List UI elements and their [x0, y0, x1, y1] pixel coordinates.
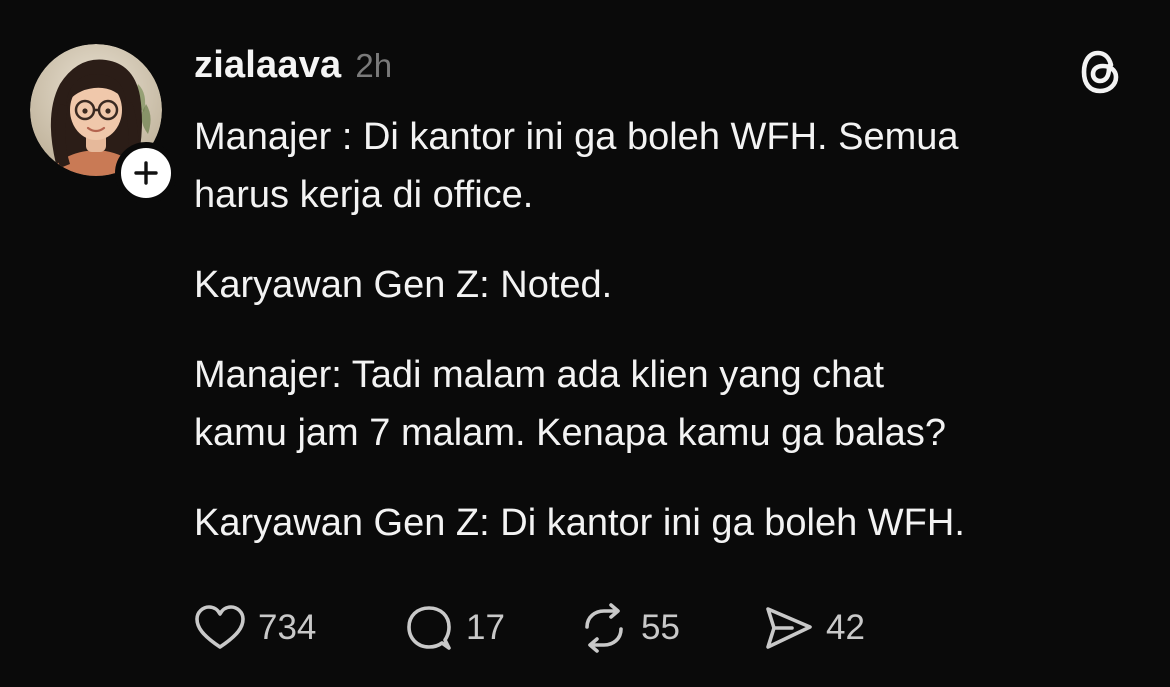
thread-post: zialaava 2h Manajer : Di kantor ini ga b…	[0, 0, 1170, 687]
send-icon	[766, 607, 812, 649]
share-button[interactable]: 42	[762, 603, 902, 653]
username[interactable]: zialaava	[194, 44, 341, 87]
post-paragraph: Manajer: Tadi malam ada klien yang chat …	[194, 354, 946, 454]
heart-icon	[195, 605, 245, 649]
repost-button[interactable]: 55	[577, 603, 762, 653]
action-bar: 734 17 55 42	[192, 598, 902, 658]
repost-count: 55	[641, 608, 680, 647]
reply-button[interactable]: 17	[402, 603, 577, 653]
follow-button[interactable]	[115, 142, 177, 204]
speech-bubble-icon	[407, 606, 451, 650]
post-body: Manajer : Di kantor ini ga boleh WFH. Se…	[194, 108, 1134, 584]
like-button[interactable]: 734	[192, 603, 402, 653]
post-header: zialaava 2h	[194, 44, 392, 92]
repost-arrows-icon	[585, 603, 623, 653]
avatar-container[interactable]	[30, 44, 177, 204]
threads-logo-icon[interactable]	[1078, 46, 1124, 98]
plus-icon	[134, 161, 158, 185]
post-paragraph: Manajer : Di kantor ini ga boleh WFH. Se…	[194, 116, 959, 216]
reply-count: 17	[466, 608, 505, 647]
post-paragraph: Karyawan Gen Z: Noted.	[194, 264, 613, 306]
post-timestamp: 2h	[355, 47, 393, 84]
like-count: 734	[258, 608, 317, 647]
share-count: 42	[826, 608, 865, 647]
post-paragraph: Karyawan Gen Z: Di kantor ini ga boleh W…	[194, 502, 965, 544]
